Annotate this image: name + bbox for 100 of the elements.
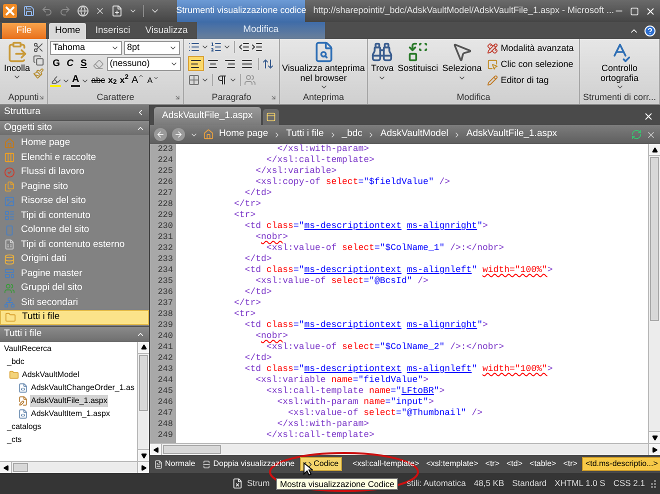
tag-path-item[interactable]: <tr> xyxy=(561,457,580,471)
refresh-icon[interactable] xyxy=(631,129,642,140)
nav-item[interactable]: Tutti i file xyxy=(0,310,149,324)
save-icon[interactable] xyxy=(23,5,35,17)
size-dropdown[interactable]: 8pt xyxy=(124,41,180,55)
ribbon-button[interactable]: Editor di tag xyxy=(484,73,576,88)
numbered-list-icon[interactable] xyxy=(210,41,222,53)
nav-item[interactable]: Risorse del sito xyxy=(0,194,149,208)
nav-item[interactable]: Flussi di lavoro xyxy=(0,165,149,180)
horizontal-scrollbar[interactable] xyxy=(0,461,149,473)
format-button[interactable]: C xyxy=(64,57,76,71)
highlighter-icon[interactable] xyxy=(50,74,60,84)
nav-item[interactable]: Origini dati xyxy=(0,252,149,266)
superscript-button[interactable]: x$^{2}$ xyxy=(118,74,130,88)
new-page-icon[interactable] xyxy=(111,5,123,17)
tree-item[interactable]: AdskVaultChangeOrder_1.as xyxy=(30,382,136,394)
view-icon xyxy=(154,460,163,468)
breadcrumb-link[interactable]: _bdc xyxy=(342,127,362,142)
borders-icon[interactable] xyxy=(188,74,200,86)
subscript-button[interactable]: x$_{2}$ xyxy=(106,74,118,88)
view-button[interactable]: Normale xyxy=(152,457,198,471)
nav-item[interactable]: Colonne del sito xyxy=(0,223,149,238)
scrollbar-thumb[interactable] xyxy=(163,445,222,454)
vertical-scrollbar[interactable] xyxy=(137,342,149,461)
back-button[interactable] xyxy=(154,128,167,141)
outdent-icon[interactable] xyxy=(238,41,250,53)
tag-path-item[interactable]: <xsl:template> xyxy=(424,457,480,471)
ribbon-button[interactable]: Trova xyxy=(370,41,395,88)
new-tab-icon xyxy=(266,112,276,122)
nav-item[interactable]: Gruppi del sito xyxy=(0,281,149,296)
scrollbar-thumb[interactable] xyxy=(650,157,659,321)
close-icon[interactable] xyxy=(643,111,654,122)
tag-path-item[interactable]: <td> xyxy=(504,457,525,471)
indent-icon[interactable] xyxy=(251,41,263,53)
tree-item[interactable]: VaultRecerca xyxy=(3,343,52,355)
new-tab-button[interactable] xyxy=(262,109,279,125)
tree-item[interactable]: AdskVaultItem_1.aspx xyxy=(30,408,112,420)
style-dropdown[interactable]: (nessuno) xyxy=(106,57,181,71)
ribbon-tab[interactable]: Home xyxy=(49,23,86,39)
ribbon-tab[interactable]: Modifica xyxy=(196,22,325,39)
dialog-launcher-icon[interactable] xyxy=(174,94,181,101)
ribbon-button[interactable]: Clic con selezione xyxy=(484,57,576,72)
breadcrumb-link[interactable]: AdskVaultModel xyxy=(380,127,448,142)
align-icon xyxy=(224,58,236,70)
font-color-button[interactable]: A xyxy=(71,74,80,86)
strikethrough-button[interactable]: abc xyxy=(90,74,106,87)
ribbon-button[interactable]: Sostituisci xyxy=(396,41,440,88)
scrollbar-thumb[interactable] xyxy=(139,354,148,411)
preview-button[interactable]: Visualizza anteprima nel browser xyxy=(282,41,365,91)
forward-button[interactable] xyxy=(172,128,185,141)
close-icon[interactable] xyxy=(95,6,105,16)
dialog-launcher-icon[interactable] xyxy=(270,94,277,101)
nav-item[interactable]: Elenchi e raccolte xyxy=(0,150,149,165)
format-button[interactable]: S xyxy=(77,57,90,71)
nav-item[interactable]: Pagine master xyxy=(0,266,149,281)
grow-font-button[interactable]: A xyxy=(130,73,146,88)
globe-icon[interactable] xyxy=(77,5,89,17)
align-button[interactable] xyxy=(188,56,204,71)
pilcrow-icon[interactable] xyxy=(216,74,228,86)
spelling-button[interactable]: Controllo ortografia xyxy=(582,41,657,91)
nav-item[interactable]: Siti secondari xyxy=(0,296,149,310)
scissors-icon[interactable] xyxy=(33,42,44,53)
font-dropdown[interactable]: Tahoma xyxy=(50,41,122,55)
tree-item[interactable]: _bdc xyxy=(6,356,26,368)
tree-item[interactable]: _catalogs xyxy=(6,421,42,433)
close-icon[interactable] xyxy=(645,6,656,16)
ribbon-button[interactable]: Modalità avanzata xyxy=(484,41,576,56)
ribbon-button[interactable]: Seleziona xyxy=(441,41,483,88)
close-icon[interactable] xyxy=(646,130,656,140)
nav-item[interactable]: Tipi di contenuto esterno xyxy=(0,238,149,252)
format-button[interactable]: G xyxy=(50,57,63,71)
breadcrumb-link[interactable]: AdskVaultFile_1.aspx xyxy=(466,127,558,142)
tag-path-item[interactable]: <td.ms-descriptio...> xyxy=(582,457,660,471)
breadcrumb-link[interactable]: Home page xyxy=(219,127,268,142)
shrink-font-button[interactable]: A xyxy=(146,74,160,86)
maximize-icon[interactable] xyxy=(630,6,639,16)
collapse-pane-icon[interactable] xyxy=(136,108,145,117)
code-line: <td class="ms-descriptiontext ms-alignleft" width="100%"> xyxy=(244,265,553,276)
dialog-launcher-icon[interactable] xyxy=(38,94,45,101)
copy-icon[interactable] xyxy=(33,55,44,66)
paste-button[interactable]: Incolla xyxy=(2,41,32,81)
tree-item[interactable]: AdskVaultModel xyxy=(21,369,80,381)
horizontal-scrollbar[interactable] xyxy=(150,443,660,455)
nav-item[interactable]: Pagine sito xyxy=(0,180,149,194)
tag-path-item[interactable]: <table> xyxy=(528,457,558,471)
tag-path-item[interactable]: <tr> xyxy=(483,457,502,471)
nav-item[interactable]: Home page xyxy=(0,136,149,150)
nav-item[interactable]: Tipi di contenuto xyxy=(0,208,149,223)
section-header[interactable]: Tutti i file xyxy=(0,326,149,342)
breadcrumb-link[interactable]: Tutti i file xyxy=(286,127,324,142)
file-icon xyxy=(18,409,28,419)
scrollbar-thumb[interactable] xyxy=(13,463,28,472)
tree-item[interactable]: AdskVaultFile_1.aspx xyxy=(30,395,108,407)
section-header[interactable]: Oggetti sito xyxy=(0,120,149,135)
tree-item[interactable]: _cts xyxy=(6,434,23,446)
vertical-scrollbar[interactable] xyxy=(648,144,660,443)
line-spacing-icon[interactable] xyxy=(262,58,274,70)
ribbon-tab[interactable]: Visualizza xyxy=(139,23,194,39)
ribbon-tab[interactable]: Inserisci xyxy=(89,23,136,39)
help-icon[interactable] xyxy=(644,24,656,36)
